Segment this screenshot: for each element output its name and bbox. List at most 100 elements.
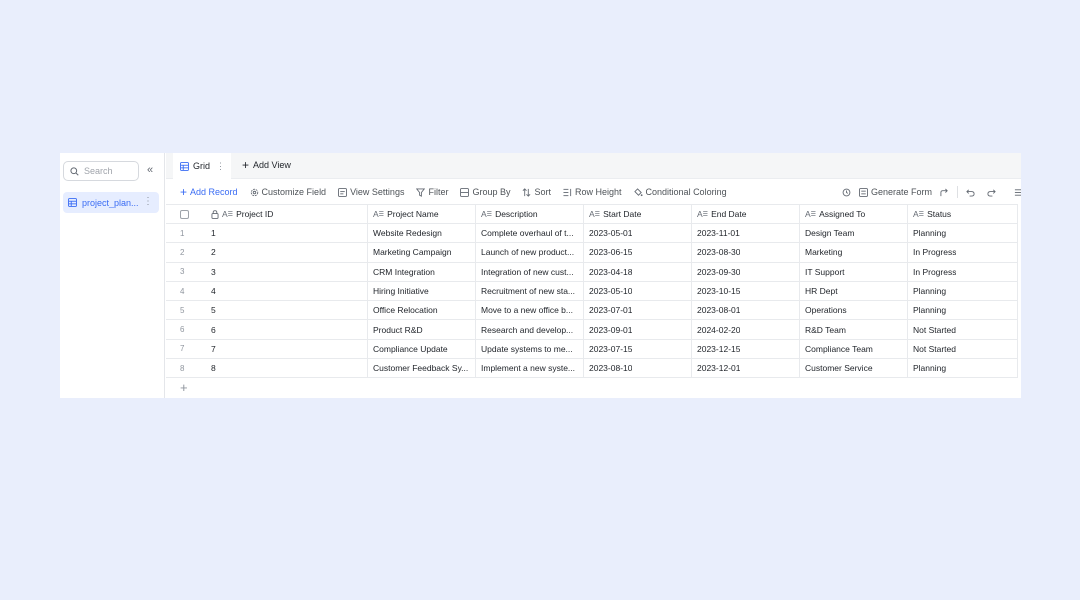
cell-end-date[interactable]: 2023-12-01 <box>692 359 800 378</box>
cell-description[interactable]: Launch of new product... <box>476 243 584 262</box>
cell-assigned-to[interactable]: IT Support <box>800 262 908 281</box>
history-icon[interactable] <box>842 188 851 197</box>
cell-description[interactable]: Recruitment of new sta... <box>476 281 584 301</box>
cell-project-id[interactable]: 6 <box>206 320 368 339</box>
cell-assigned-to[interactable]: HR Dept <box>800 281 908 301</box>
cell-project-id[interactable]: 8 <box>206 359 368 378</box>
add-row-button[interactable]: + <box>166 378 1018 397</box>
column-header-start-date[interactable]: A ☰ Start Date <box>584 205 692 223</box>
column-header-label: Status <box>927 209 952 219</box>
cell-start-date[interactable]: 2023-08-10 <box>584 359 692 378</box>
filter-button[interactable]: Filter <box>416 187 448 197</box>
cell-start-date[interactable]: 2023-09-01 <box>584 320 692 339</box>
select-all-checkbox[interactable] <box>180 209 189 219</box>
cell-status[interactable]: Planning <box>908 359 1018 378</box>
cell-description[interactable]: Move to a new office b... <box>476 301 584 320</box>
column-header-description[interactable]: A ☰ Description <box>476 205 584 223</box>
cell-assigned-to[interactable]: Marketing <box>800 243 908 262</box>
cell-status[interactable]: In Progress <box>908 243 1018 262</box>
share-icon[interactable] <box>940 188 949 197</box>
cell-description[interactable]: Implement a new syste... <box>476 359 584 378</box>
table-row[interactable]: 7 7 Compliance Update Update systems to … <box>166 339 1018 360</box>
table-row[interactable]: 4 4 Hiring Initiative Recruitment of new… <box>166 281 1018 302</box>
row-index: 8 <box>180 363 185 373</box>
cell-status[interactable]: Planning <box>908 281 1018 301</box>
cell-assigned-to[interactable]: Design Team <box>800 224 908 243</box>
cell-start-date[interactable]: 2023-07-01 <box>584 301 692 320</box>
cell-project-name[interactable]: Marketing Campaign <box>368 243 476 262</box>
grid-view-icon <box>180 161 189 171</box>
cell-end-date[interactable]: 2023-08-30 <box>692 243 800 262</box>
cell-start-date[interactable]: 2023-07-15 <box>584 339 692 359</box>
cell-project-name[interactable]: Hiring Initiative <box>368 281 476 301</box>
cell-project-name[interactable]: CRM Integration <box>368 262 476 281</box>
menu-icon[interactable] <box>1014 188 1021 197</box>
cell-project-id[interactable]: 5 <box>206 301 368 320</box>
cell-assigned-to[interactable]: Operations <box>800 301 908 320</box>
cell-end-date[interactable]: 2024-02-20 <box>692 320 800 339</box>
sidebar-item-table[interactable]: project_plan... ⋮ <box>63 192 159 213</box>
cell-project-name[interactable]: Office Relocation <box>368 301 476 320</box>
cell-assigned-to[interactable]: R&D Team <box>800 320 908 339</box>
cell-project-name[interactable]: Compliance Update <box>368 339 476 359</box>
cell-project-name[interactable]: Product R&D <box>368 320 476 339</box>
table-row[interactable]: 1 1 Website Redesign Complete overhaul o… <box>166 224 1018 244</box>
cell-status[interactable]: Not Started <box>908 339 1018 359</box>
cell-status[interactable]: Planning <box>908 224 1018 243</box>
redo-icon[interactable] <box>987 188 996 197</box>
table-row[interactable]: 6 6 Product R&D Research and develop... … <box>166 320 1018 340</box>
add-record-button[interactable]: + Add Record <box>180 186 238 198</box>
view-settings-button[interactable]: View Settings <box>338 187 404 197</box>
search-input[interactable]: Search <box>63 161 139 181</box>
cell-end-date[interactable]: 2023-11-01 <box>692 224 800 243</box>
cell-description[interactable]: Update systems to me... <box>476 339 584 359</box>
select-all-cell[interactable] <box>166 205 206 223</box>
row-height-button[interactable]: Row Height <box>563 187 622 197</box>
group-by-button[interactable]: Group By <box>460 187 510 197</box>
cell-start-date[interactable]: 2023-05-01 <box>584 224 692 243</box>
cell-start-date[interactable]: 2023-04-18 <box>584 262 692 281</box>
cell-status[interactable]: In Progress <box>908 262 1018 281</box>
column-header-status[interactable]: A ☰ Status <box>908 205 1018 223</box>
column-header-assigned-to[interactable]: A ☰ Assigned To <box>800 205 908 223</box>
conditional-coloring-button[interactable]: Conditional Coloring <box>633 187 727 197</box>
table-row[interactable]: 5 5 Office Relocation Move to a new offi… <box>166 301 1018 321</box>
cell-project-id[interactable]: 1 <box>206 224 368 243</box>
tab-grid[interactable]: Grid ⋮ <box>173 153 231 179</box>
add-view-button[interactable]: + Add View <box>242 159 291 171</box>
cell-project-name[interactable]: Customer Feedback Sy... <box>368 359 476 378</box>
cell-start-date[interactable]: 2023-06-15 <box>584 243 692 262</box>
collapse-sidebar-icon[interactable]: « <box>147 165 153 176</box>
column-header-end-date[interactable]: A ☰ End Date <box>692 205 800 223</box>
group-icon <box>460 187 470 197</box>
cell-end-date[interactable]: 2023-10-15 <box>692 281 800 301</box>
cell-description[interactable]: Research and develop... <box>476 320 584 339</box>
column-header-project-name[interactable]: A ☰ Project Name <box>368 205 476 223</box>
cell-end-date[interactable]: 2023-08-01 <box>692 301 800 320</box>
cell-project-id[interactable]: 2 <box>206 243 368 262</box>
table-row[interactable]: 2 2 Marketing Campaign Launch of new pro… <box>166 243 1018 263</box>
sort-button[interactable]: Sort <box>522 187 551 197</box>
cell-status[interactable]: Not Started <box>908 320 1018 339</box>
table-row[interactable]: 8 8 Customer Feedback Sy... Implement a … <box>166 359 1018 379</box>
cell-assigned-to[interactable]: Compliance Team <box>800 339 908 359</box>
cell-project-id[interactable]: 7 <box>206 339 368 359</box>
cell-status[interactable]: Planning <box>908 301 1018 320</box>
cell-end-date[interactable]: 2023-09-30 <box>692 262 800 281</box>
more-options-icon[interactable]: ⋮ <box>143 196 153 207</box>
customize-field-button[interactable]: Customize Field <box>250 187 326 197</box>
cell-project-id[interactable]: 3 <box>206 262 368 281</box>
cell-project-id[interactable]: 4 <box>206 281 368 301</box>
cell-project-name[interactable]: Website Redesign <box>368 224 476 243</box>
generate-form-button[interactable]: Generate Form <box>859 187 932 197</box>
cell-assigned-to[interactable]: Customer Service <box>800 359 908 378</box>
cell-end-date[interactable]: 2023-12-15 <box>692 339 800 359</box>
table-row[interactable]: 3 3 CRM Integration Integration of new c… <box>166 262 1018 282</box>
cell-start-date[interactable]: 2023-05-10 <box>584 281 692 301</box>
cell-description[interactable]: Complete overhaul of t... <box>476 224 584 243</box>
undo-icon[interactable] <box>966 188 975 197</box>
form-icon <box>859 187 868 197</box>
column-header-project-id[interactable]: A ☰ Project ID <box>206 205 368 223</box>
tab-more-icon[interactable]: ⋮ <box>216 161 225 172</box>
cell-description[interactable]: Integration of new cust... <box>476 262 584 281</box>
